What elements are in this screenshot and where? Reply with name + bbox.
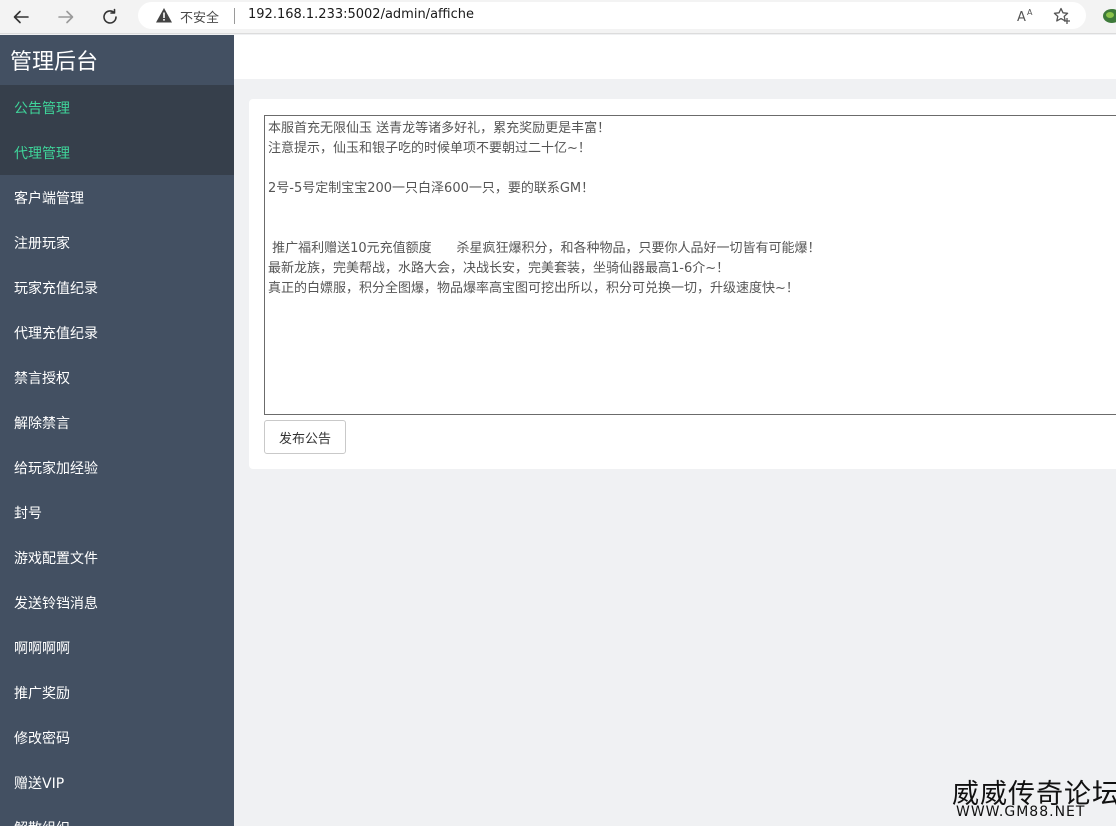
sidebar-item-mute-auth[interactable]: 禁言授权 (0, 355, 234, 400)
sidebar-item-add-exp[interactable]: 给玩家加经验 (0, 445, 234, 490)
browser-toolbar: 不安全 192.168.1.233:5002/admin/affiche A A (0, 0, 1116, 34)
announcement-card: 本服首充无限仙玉 送青龙等诸多好礼，累充奖励更是丰富！ 注意提示，仙玉和银子吃的… (249, 99, 1116, 469)
top-header (234, 35, 1116, 79)
forward-button[interactable] (53, 4, 79, 30)
back-button[interactable] (8, 4, 34, 30)
reload-button[interactable] (97, 4, 123, 30)
sidebar-item-bell-message[interactable]: 发送铃铛消息 (0, 580, 234, 625)
svg-text:A: A (1017, 10, 1026, 25)
extension-icon[interactable] (1102, 7, 1116, 25)
watermark-url: WWW.GM88.NET (956, 804, 1086, 820)
sidebar-item-agent-recharge[interactable]: 代理充值纪录 (0, 310, 234, 355)
warning-icon (156, 8, 172, 23)
forum-watermark: 威威传奇论坛 WWW.GM88.NET (948, 770, 1116, 824)
sidebar-item-game-config[interactable]: 游戏配置文件 (0, 535, 234, 580)
address-separator (234, 8, 235, 24)
sidebar-item-register-player[interactable]: 注册玩家 (0, 220, 234, 265)
sidebar-item-agent[interactable]: 代理管理 (0, 130, 234, 175)
read-aloud-icon[interactable]: A A (1016, 6, 1036, 26)
forward-icon (58, 10, 74, 24)
address-bar[interactable]: 不安全 192.168.1.233:5002/admin/affiche A A (138, 2, 1086, 29)
sidebar: 管理后台 公告管理 代理管理 客户端管理 注册玩家 玩家充值纪录 代理充值纪录 … (0, 35, 234, 826)
sidebar-item-aaaa[interactable]: 啊啊啊啊 (0, 625, 234, 670)
sidebar-item-promotion-reward[interactable]: 推广奖励 (0, 670, 234, 715)
publish-announcement-button[interactable]: 发布公告 (264, 420, 346, 454)
sidebar-item-player-recharge[interactable]: 玩家充值纪录 (0, 265, 234, 310)
sidebar-item-dissolve-org[interactable]: 解散组织 (0, 805, 234, 826)
sidebar-item-change-password[interactable]: 修改密码 (0, 715, 234, 760)
reload-icon (103, 8, 117, 24)
sidebar-item-gift-vip[interactable]: 赠送VIP (0, 760, 234, 805)
back-icon (13, 10, 29, 24)
sidebar-item-ban[interactable]: 封号 (0, 490, 234, 535)
sidebar-item-announcement[interactable]: 公告管理 (0, 85, 234, 130)
favorite-icon[interactable] (1052, 6, 1072, 26)
url-text[interactable]: 192.168.1.233:5002/admin/affiche (248, 7, 474, 22)
insecure-label: 不安全 (180, 11, 220, 26)
sidebar-item-client[interactable]: 客户端管理 (0, 175, 234, 220)
svg-text:A: A (1027, 8, 1033, 17)
sidebar-title: 管理后台 (10, 50, 99, 75)
announcement-textarea[interactable]: 本服首充无限仙玉 送青龙等诸多好礼，累充奖励更是丰富！ 注意提示，仙玉和银子吃的… (264, 115, 1116, 415)
sidebar-item-unmute[interactable]: 解除禁言 (0, 400, 234, 445)
